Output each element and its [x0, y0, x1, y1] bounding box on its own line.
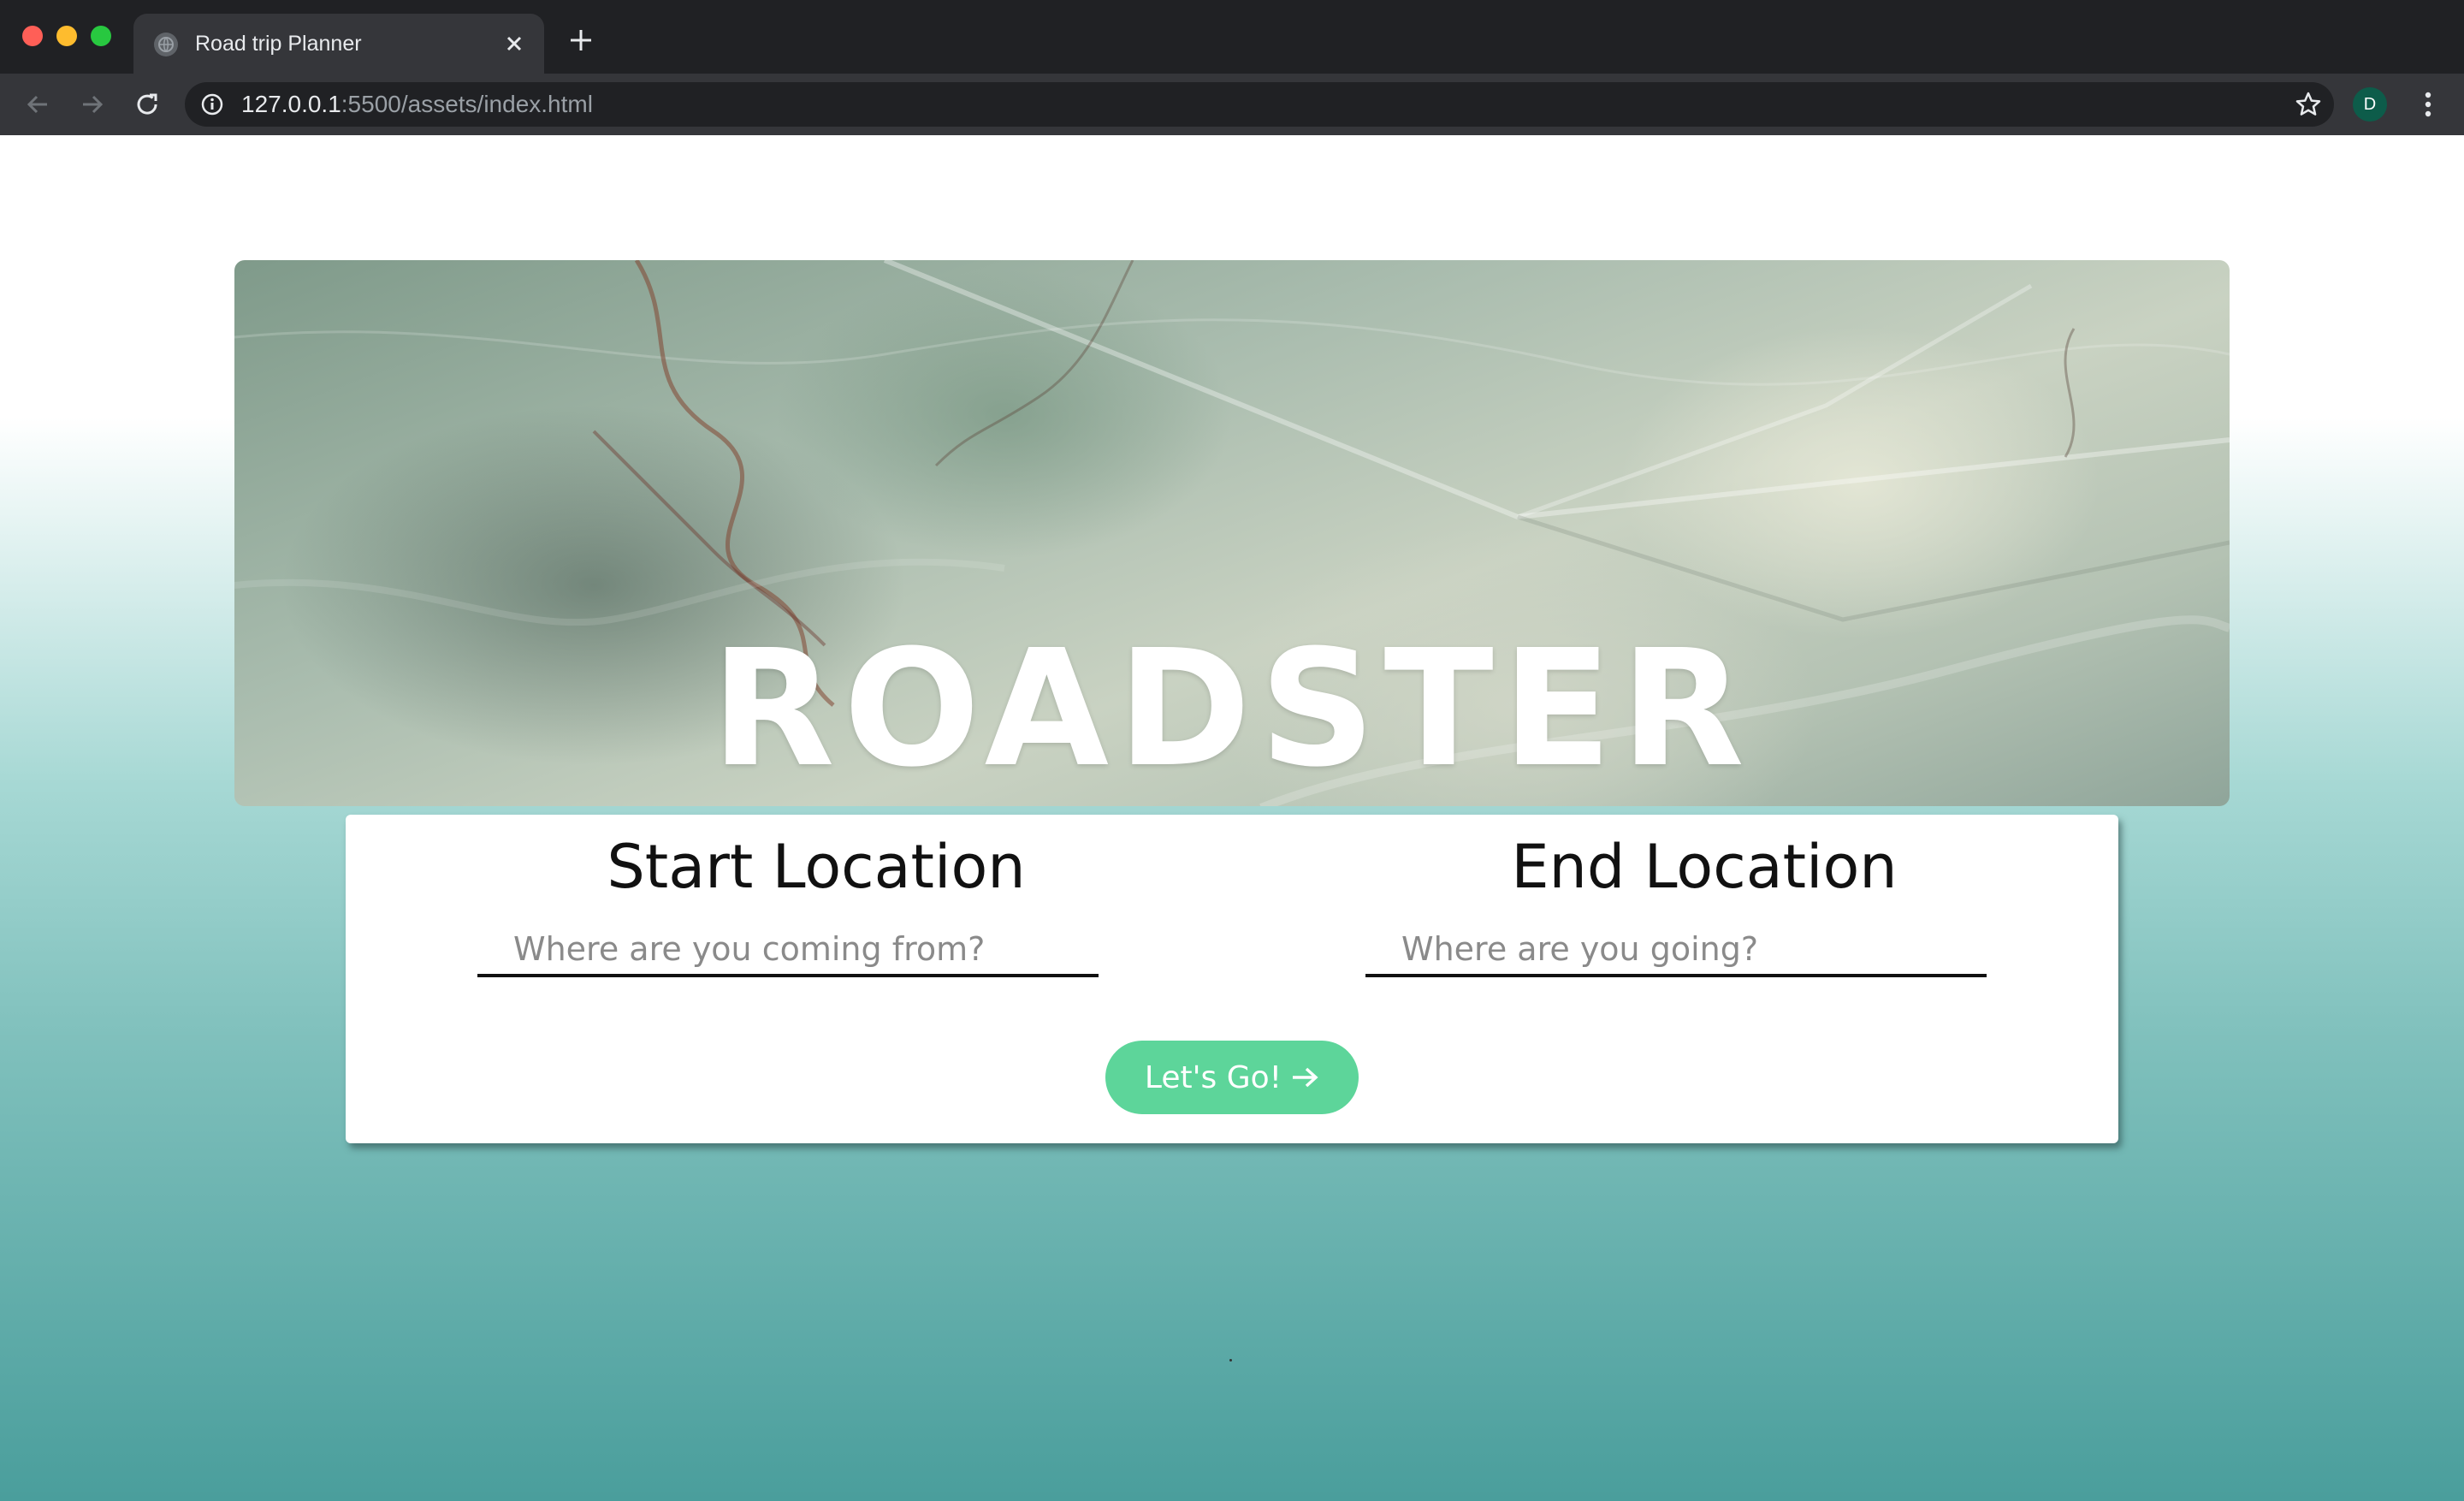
browser-tab[interactable]: Road trip Planner	[133, 14, 544, 74]
maximize-window-button[interactable]	[91, 26, 111, 46]
end-location-input[interactable]	[1365, 924, 1987, 977]
arrow-right-icon	[1293, 1067, 1318, 1088]
lets-go-button[interactable]: Let's Go!	[1105, 1041, 1359, 1114]
start-location-input[interactable]	[477, 924, 1099, 977]
url-host: 127.0.0.1	[241, 91, 341, 117]
profile-avatar[interactable]: D	[2353, 87, 2387, 122]
url-path: :5500/assets/index.html	[341, 91, 593, 117]
browser-toolbar: 127.0.0.1:5500/assets/index.html D	[0, 74, 2464, 135]
tab-title: Road trip Planner	[195, 32, 362, 56]
page-viewport: ROADSTER Start Location End Location Let…	[0, 135, 2464, 1501]
globe-icon	[154, 33, 178, 56]
lets-go-label: Let's Go!	[1144, 1059, 1282, 1095]
address-bar[interactable]: 127.0.0.1:5500/assets/index.html	[185, 82, 2334, 127]
close-window-button[interactable]	[22, 26, 43, 46]
browser-tab-strip: Road trip Planner	[0, 0, 2464, 74]
more-options-icon[interactable]	[2411, 86, 2445, 123]
reload-icon[interactable]	[128, 86, 166, 123]
bookmark-star-icon[interactable]	[2293, 89, 2324, 120]
minimize-window-button[interactable]	[56, 26, 77, 46]
trip-form-card: Start Location End Location Let's Go!	[346, 815, 2118, 1143]
stray-dot	[1229, 1359, 1232, 1362]
app-title: ROADSTER	[711, 615, 1753, 803]
info-icon[interactable]	[200, 92, 224, 116]
close-tab-icon[interactable]	[500, 29, 529, 58]
new-tab-plus-icon[interactable]	[565, 24, 597, 56]
start-location-heading: Start Location	[607, 832, 1026, 902]
hero-banner: ROADSTER	[234, 260, 2230, 806]
back-arrow-icon[interactable]	[19, 86, 56, 123]
url-text: 127.0.0.1:5500/assets/index.html	[241, 91, 593, 118]
end-location-heading: End Location	[1511, 832, 1898, 902]
forward-arrow-icon[interactable]	[74, 86, 111, 123]
